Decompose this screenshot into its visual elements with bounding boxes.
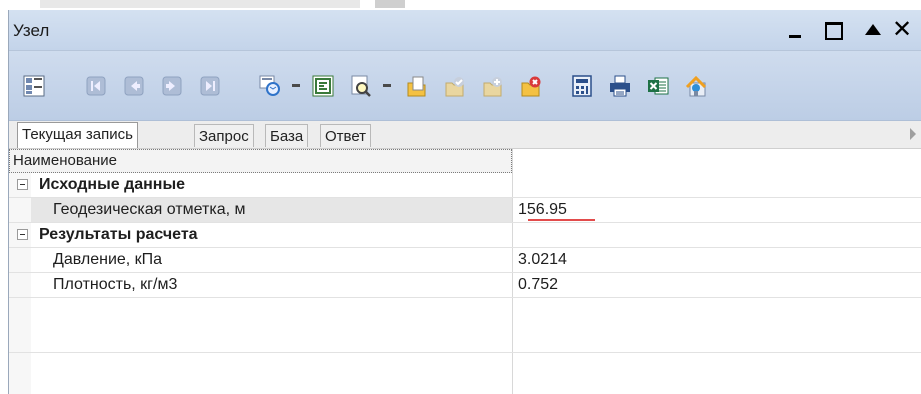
- next-record-button[interactable]: [161, 75, 183, 97]
- property-label: Геодезическая отметка, м: [53, 201, 246, 218]
- maximize-button[interactable]: [823, 16, 847, 44]
- window-title: Узел: [13, 21, 50, 40]
- last-record-button[interactable]: [199, 75, 221, 97]
- property-label: Давление, кПа: [53, 251, 163, 268]
- category-row-results[interactable]: Результаты расчета: [9, 223, 921, 248]
- grid-toggle-icon: [23, 75, 45, 97]
- map-icon: [685, 75, 707, 97]
- print-icon: [610, 75, 630, 97]
- property-row-density[interactable]: Плотность, кг/м3 0.752: [9, 273, 921, 298]
- background-strip: [0, 0, 921, 10]
- excel-export-icon: [648, 77, 669, 95]
- toolbar-separator: [292, 84, 300, 87]
- calculator-button[interactable]: [571, 75, 593, 97]
- grid-toggle-button[interactable]: [23, 75, 45, 97]
- minimize-icon: [789, 35, 801, 38]
- apply-button[interactable]: [443, 75, 465, 97]
- add-icon: [483, 77, 502, 97]
- delete-button[interactable]: [519, 75, 541, 97]
- tab-scroll-right-icon[interactable]: [910, 128, 916, 140]
- print-button[interactable]: [609, 75, 631, 97]
- refresh-icon: [259, 75, 280, 96]
- refresh-button[interactable]: [259, 75, 281, 97]
- tab-query[interactable]: Запрос: [194, 124, 254, 147]
- name-column-header[interactable]: Наименование: [9, 149, 512, 173]
- close-button[interactable]: ✕: [892, 16, 918, 44]
- node-window: Узел ✕ Текущая запись Запрос База Ответ …: [8, 10, 921, 394]
- maximize-icon: [825, 22, 843, 40]
- apply-icon: [445, 77, 464, 97]
- new-record-icon: [407, 76, 426, 97]
- prev-record-button[interactable]: [123, 75, 145, 97]
- category-label: Исходные данные: [39, 176, 186, 193]
- property-grid: Наименование Исходные данные Геодезическ…: [9, 149, 921, 394]
- property-value[interactable]: 0.752: [518, 273, 558, 297]
- empty-grid-area: [9, 298, 921, 353]
- next-record-icon: [162, 76, 182, 96]
- preview-button[interactable]: [350, 75, 372, 97]
- title-bar[interactable]: Узел ✕: [9, 10, 921, 51]
- toolbar: [9, 51, 921, 121]
- sync-button[interactable]: [312, 75, 334, 97]
- prev-record-icon: [124, 76, 144, 96]
- delete-icon: [521, 76, 541, 97]
- preview-icon: [351, 75, 371, 97]
- first-record-button[interactable]: [85, 75, 107, 97]
- map-button[interactable]: [685, 75, 707, 97]
- tab-strip: Текущая запись Запрос База Ответ: [9, 121, 921, 149]
- property-row-geodetic-elevation[interactable]: Геодезическая отметка, м 156.95: [9, 198, 921, 223]
- minimize-button[interactable]: [785, 16, 807, 44]
- property-row-pressure[interactable]: Давление, кПа 3.0214: [9, 248, 921, 273]
- tab-current-record[interactable]: Текущая запись: [17, 122, 138, 148]
- tab-response[interactable]: Ответ: [320, 124, 372, 147]
- last-record-icon: [200, 76, 220, 96]
- category-row-input-data[interactable]: Исходные данные: [9, 173, 921, 198]
- sync-icon: [312, 75, 334, 97]
- property-label: Плотность, кг/м3: [53, 276, 178, 293]
- close-icon: ✕: [892, 15, 913, 43]
- collapse-button[interactable]: [863, 16, 885, 44]
- spellcheck-underline: [528, 219, 595, 221]
- collapse-icon[interactable]: [17, 229, 28, 240]
- background-window-edge: [40, 0, 360, 8]
- tab-database[interactable]: База: [265, 124, 309, 147]
- calculator-icon: [572, 75, 592, 97]
- first-record-icon: [86, 76, 106, 96]
- category-label: Результаты расчета: [39, 226, 198, 243]
- value-column-header: [513, 149, 921, 173]
- toolbar-separator: [383, 84, 391, 87]
- property-value[interactable]: 3.0214: [518, 248, 567, 272]
- new-record-button[interactable]: [405, 75, 427, 97]
- add-button[interactable]: [481, 75, 503, 97]
- excel-export-button[interactable]: [647, 75, 669, 97]
- background-window-edge: [375, 0, 405, 8]
- collapse-icon[interactable]: [17, 179, 28, 190]
- collapse-up-icon: [865, 24, 881, 35]
